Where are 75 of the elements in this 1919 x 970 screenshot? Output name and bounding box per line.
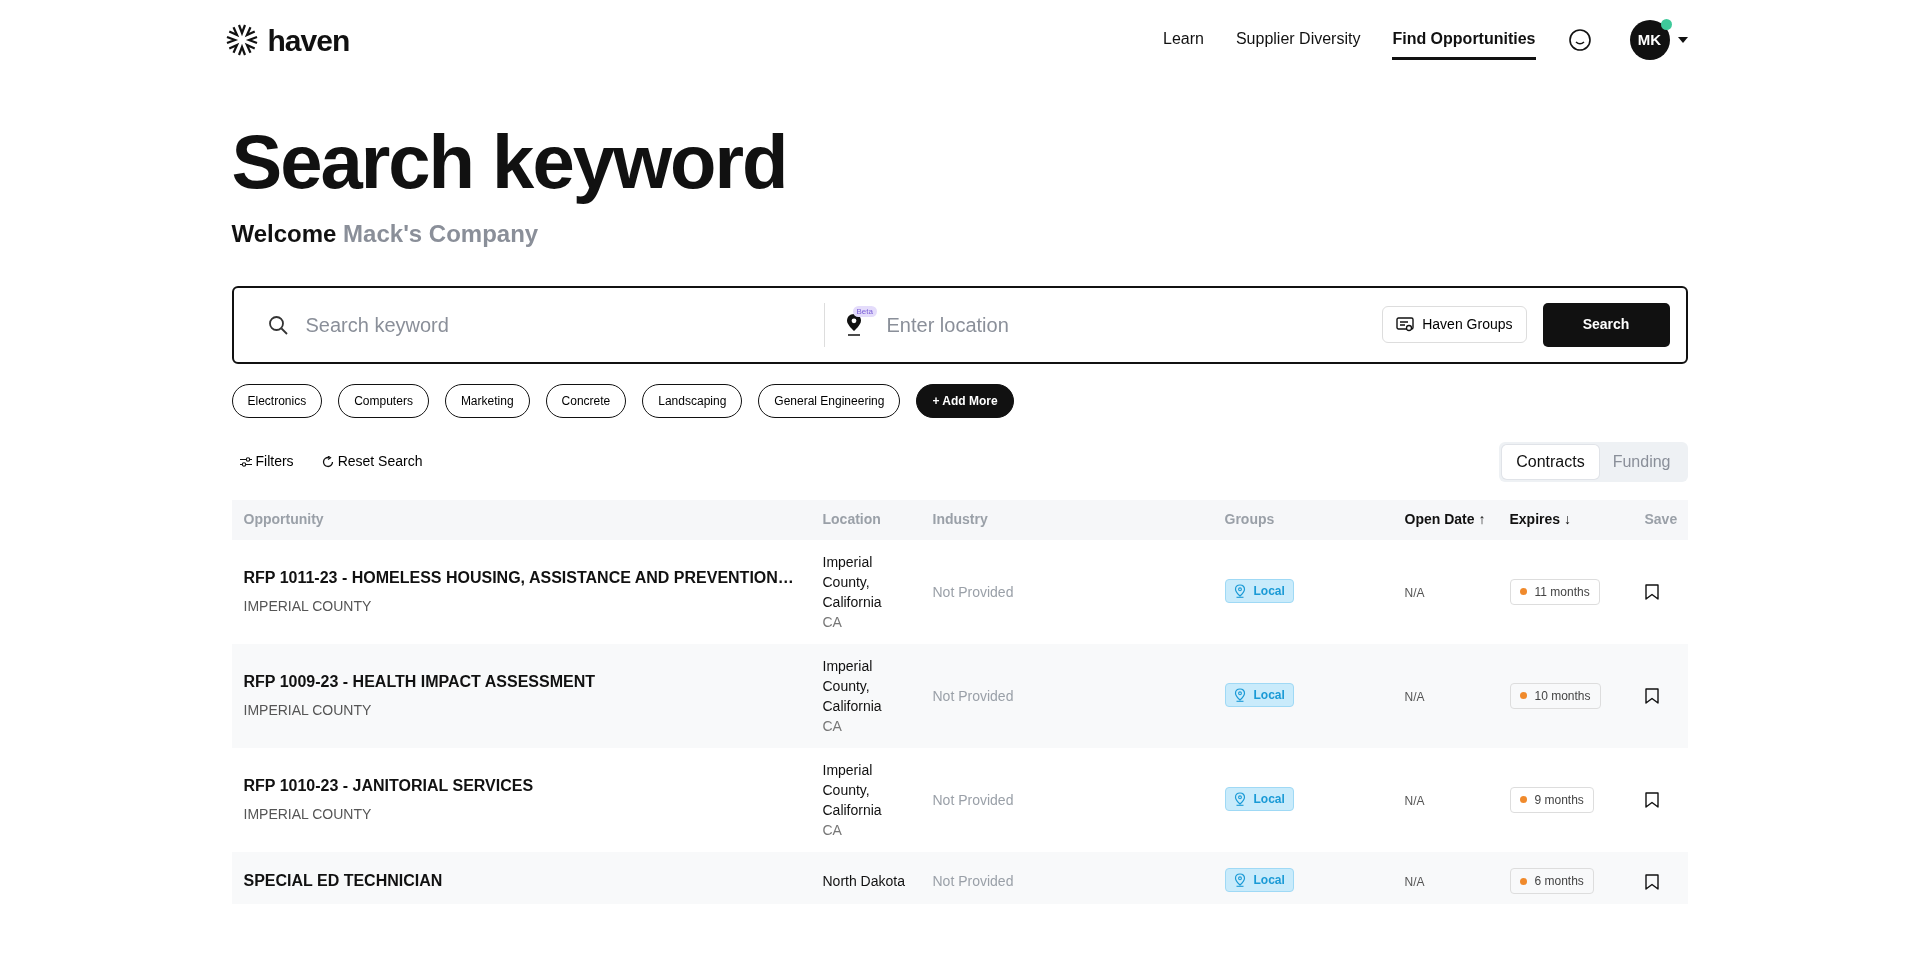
beta-badge: Beta	[852, 306, 877, 318]
status-dot	[1519, 877, 1527, 885]
group-tag: Local	[1224, 578, 1294, 603]
location-pin-icon	[1233, 791, 1246, 806]
industry-text: Not Provided	[932, 583, 1014, 600]
tab[interactable]: Contracts	[1502, 444, 1599, 479]
keyword-chip[interactable]: Landscaping	[642, 383, 743, 418]
caret-icon[interactable]	[1677, 37, 1688, 43]
search-icon	[267, 314, 288, 335]
keyword-chip[interactable]: Concrete	[545, 383, 627, 418]
open-date-text: N/A	[1404, 874, 1425, 889]
industry-text: Not Provided	[932, 791, 1014, 808]
industry-text: Not Provided	[932, 687, 1014, 704]
group-tag: Local	[1224, 867, 1294, 892]
refresh-icon	[321, 455, 334, 468]
location-pin-icon	[1233, 583, 1246, 598]
sort-arrow[interactable]: ↓	[1564, 509, 1572, 531]
state-text: CA	[822, 820, 843, 840]
open-date-text: N/A	[1404, 793, 1425, 808]
open-date-text: N/A	[1404, 689, 1425, 704]
opportunity-title[interactable]: RFP 1010-23 - JANITORIAL SERVICES	[243, 774, 823, 799]
search-button[interactable]: Search	[1542, 302, 1670, 347]
user-avatar[interactable]: MK	[1629, 20, 1670, 60]
sort-arrow[interactable]: ↑	[1478, 509, 1486, 531]
expiry-tag: 11 months	[1509, 578, 1600, 605]
status-dot	[1519, 588, 1527, 596]
group-tag: Local	[1224, 786, 1294, 811]
column-header[interactable]: Open Date	[1404, 509, 1475, 531]
reset-search-button[interactable]: Reset Search	[321, 451, 423, 473]
agency-name: IMPERIAL COUNTY	[243, 597, 373, 617]
location-input[interactable]: Enter location	[884, 308, 1383, 341]
location-text: Imperial County, California	[822, 760, 883, 820]
nav-link[interactable]: Find Opportunities	[1392, 20, 1536, 60]
keyword-chip[interactable]: General Engineering	[758, 383, 901, 418]
keyword-chip[interactable]: Computers	[338, 383, 429, 418]
location-pin-icon	[1233, 872, 1246, 887]
expiry-tag: 10 months	[1509, 682, 1601, 709]
bookmark-icon	[1644, 584, 1659, 601]
opportunity-title[interactable]: RFP 1011-23 - HOMELESS HOUSING, ASSISTANCE AND PREVENTION…	[243, 566, 823, 591]
agency-name: IMPERIAL COUNTY	[243, 805, 373, 825]
open-date-text: N/A	[1404, 585, 1425, 600]
bookmark-icon	[1644, 688, 1659, 705]
logo-text: haven	[267, 22, 350, 59]
nav-link[interactable]: Supplier Diversity	[1235, 20, 1361, 60]
filters-button[interactable]: Filters	[239, 451, 294, 473]
group-tag: Local	[1224, 682, 1294, 707]
industry-text: Not Provided	[932, 872, 1014, 889]
column-header[interactable]: Expires	[1509, 509, 1561, 531]
bookmark-icon	[1644, 873, 1659, 890]
keyword-input[interactable]: Search keyword	[303, 308, 824, 341]
location-pin-icon	[844, 312, 863, 337]
page-title: Search keyword	[231, 120, 788, 204]
bookmark-icon	[1644, 792, 1659, 809]
keyword-chip[interactable]: Electronics	[231, 383, 323, 418]
agency-name: IMPERIAL COUNTY	[243, 701, 373, 721]
opportunity-title[interactable]: SPECIAL ED TECHNICIAN	[243, 868, 823, 893]
welcome-text: Welcome Mack's Company	[231, 218, 540, 249]
state-text: CA	[822, 716, 843, 736]
certificate-icon	[1396, 316, 1415, 333]
nav-link[interactable]: Learn	[1163, 20, 1204, 60]
opportunity-title[interactable]: RFP 1009-23 - HEALTH IMPACT ASSESSMENT	[243, 670, 823, 695]
keyword-chip[interactable]: Marketing	[444, 383, 530, 418]
state-text: CA	[822, 612, 843, 632]
expiry-tag: 9 months	[1509, 786, 1594, 813]
status-dot	[1519, 692, 1527, 700]
haven-groups-button[interactable]: Haven Groups	[1382, 306, 1527, 344]
status-dot	[1519, 796, 1527, 804]
smiley-icon[interactable]	[1567, 28, 1592, 52]
expiry-tag: 6 months	[1509, 868, 1594, 895]
add-more-button[interactable]: + Add More	[916, 383, 1014, 418]
sliders-icon	[239, 456, 252, 467]
location-pin-icon	[1233, 687, 1246, 702]
location-text: North Dakota	[822, 871, 906, 891]
location-text: Imperial County, California	[822, 656, 883, 716]
location-text: Imperial County, California	[822, 552, 883, 612]
